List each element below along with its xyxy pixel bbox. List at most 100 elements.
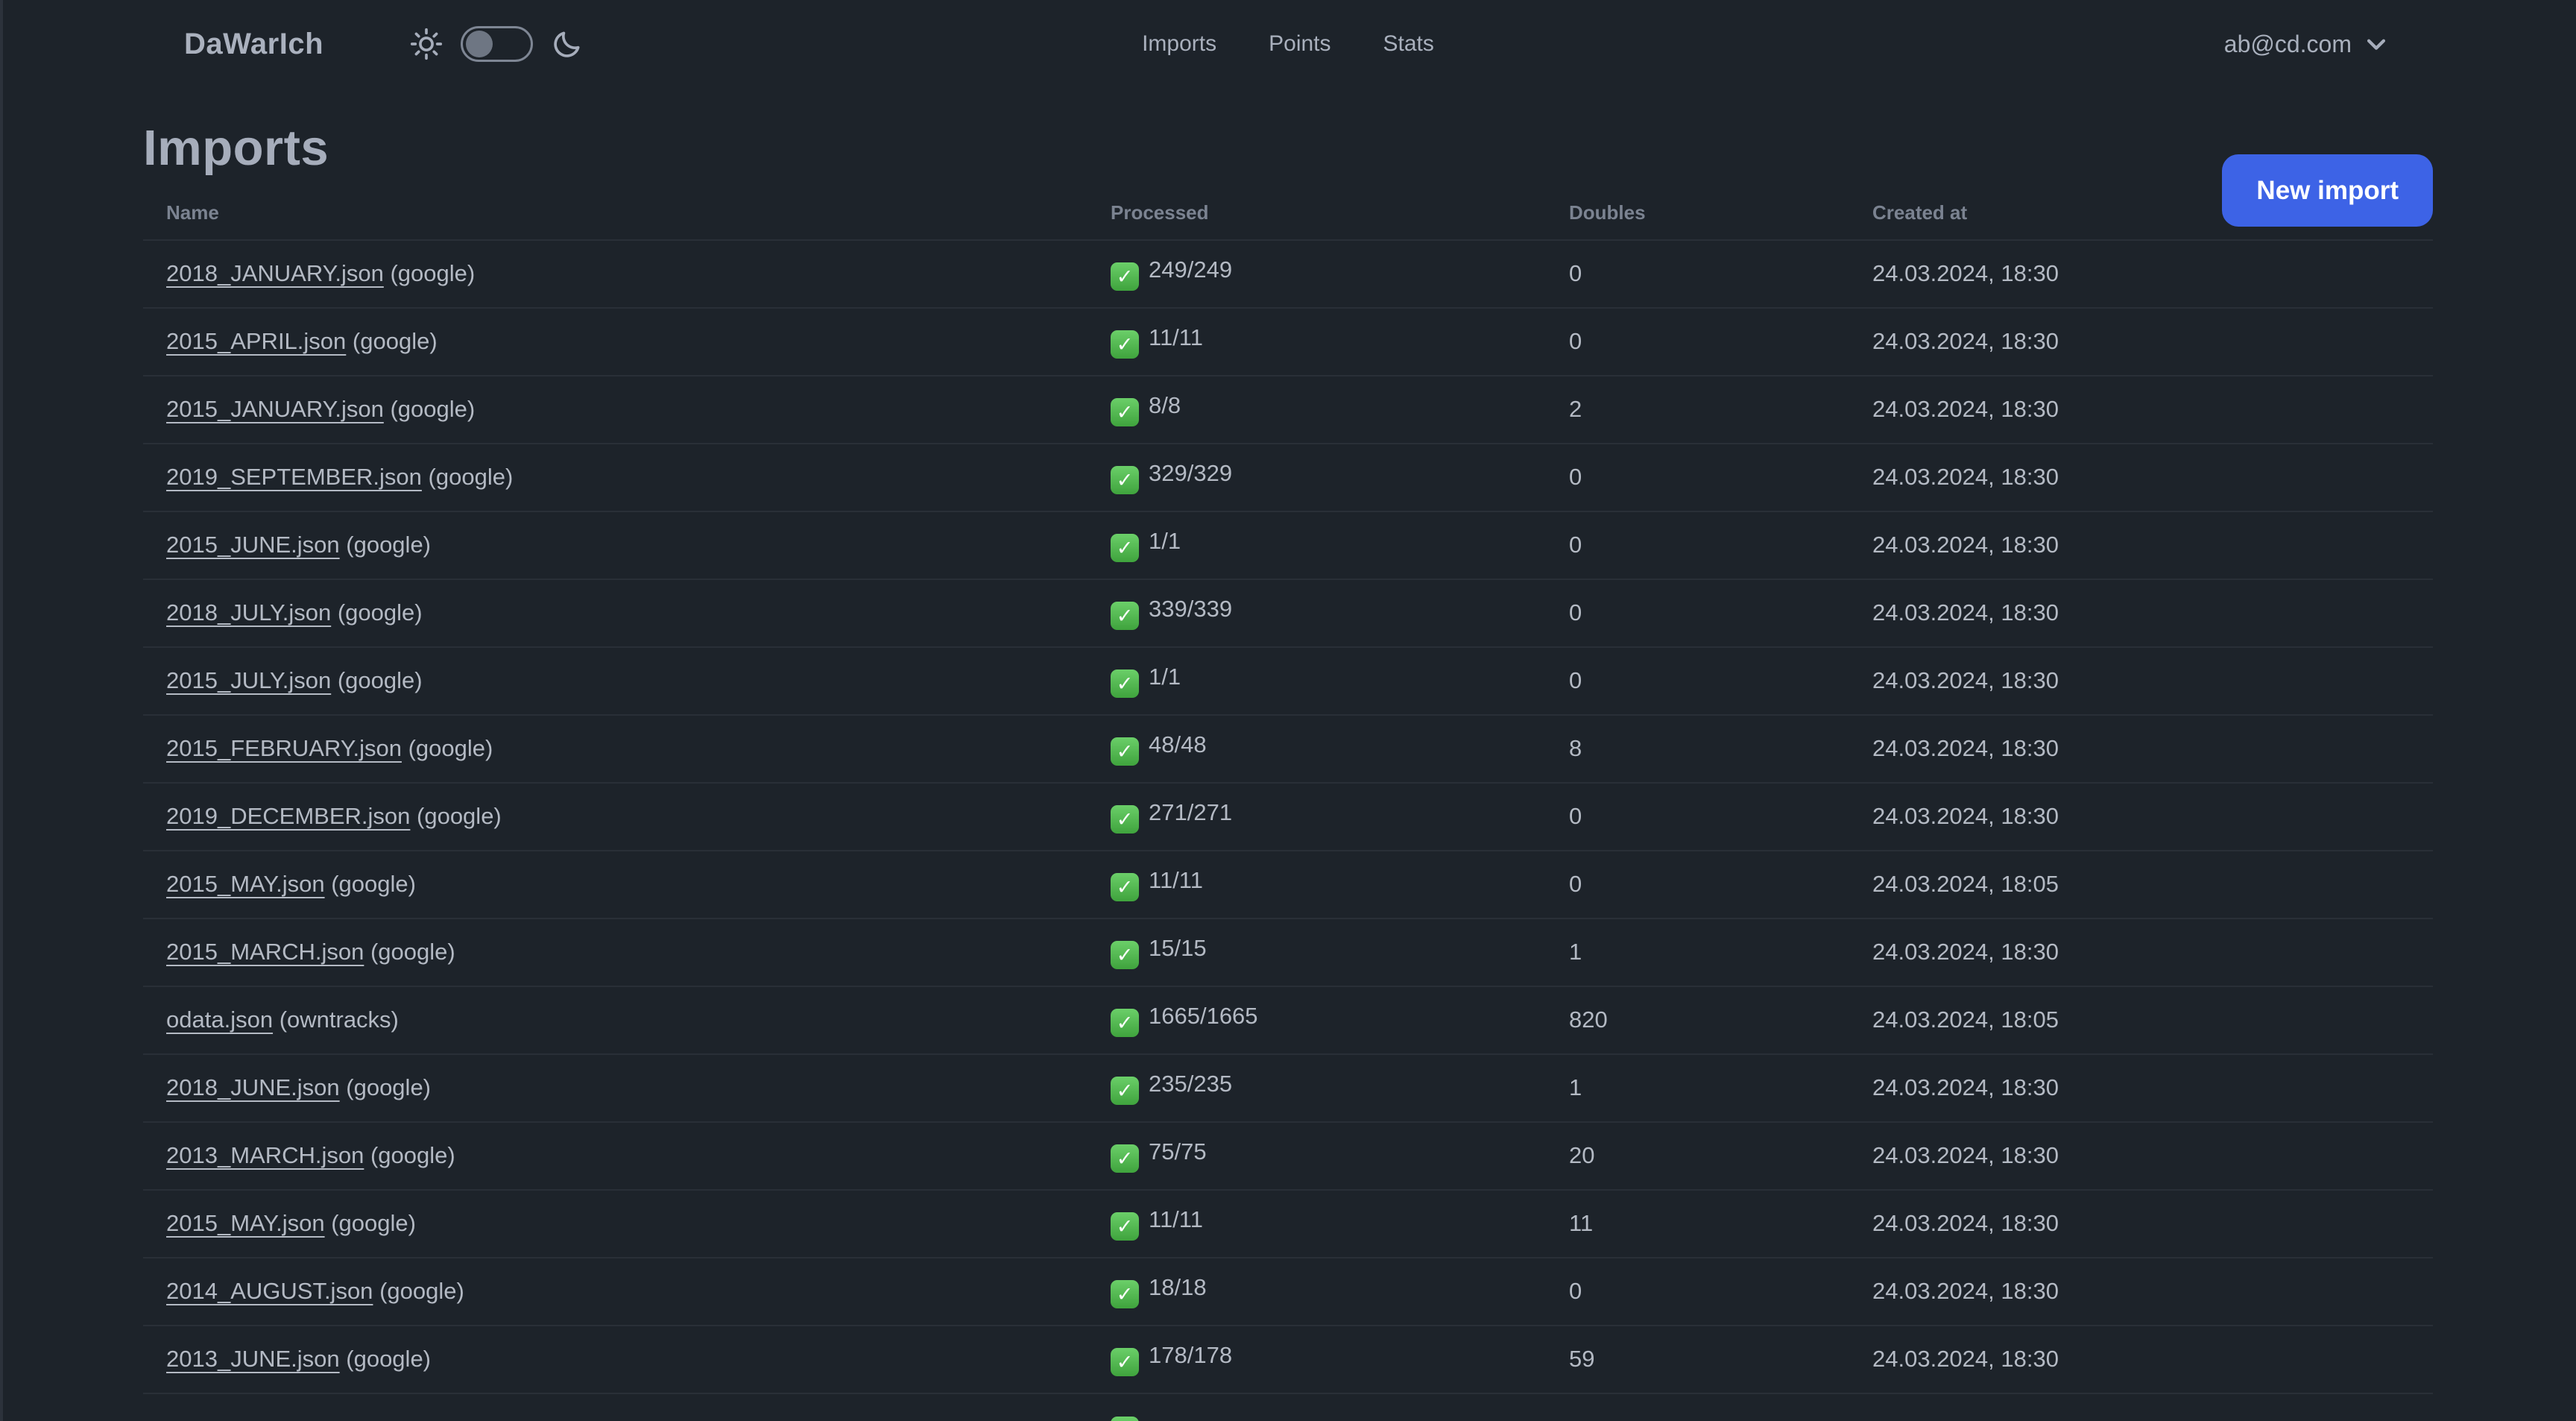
processed-count: 235/235 [1149,1070,1233,1097]
table-row-partial [143,1392,2433,1421]
import-file-link[interactable]: 2019_DECEMBER.json [166,803,410,829]
created-at-cell: 24.03.2024, 18:30 [1849,917,2433,986]
processed-count: 48/48 [1149,731,1207,757]
name-cell: 2015_MARCH.json (google) [143,917,1087,986]
doubles-cell: 1 [1546,1053,1849,1122]
nav-link-points[interactable]: Points [1269,31,1330,57]
navbar: DaWarIch Imports Points Stats ab@cd.com [0,0,2576,88]
column-header-doubles: Doubles [1569,201,1646,224]
processed-count: 1665/1665 [1149,1002,1258,1029]
nav-link-imports[interactable]: Imports [1142,31,1216,57]
import-file-link[interactable]: 2018_JULY.json [166,599,331,626]
import-source-label: (google) [331,1210,416,1237]
import-file-link[interactable]: 2013_MARCH.json [166,1142,364,1168]
processed-cell: 329/329 [1087,442,1546,511]
import-file-link[interactable]: odata.json [166,1006,273,1033]
processed-count: 11/11 [1149,866,1203,893]
created-at-cell: 24.03.2024, 18:30 [1849,306,2433,376]
doubles-cell: 0 [1546,442,1849,511]
processed-count: 329/329 [1149,459,1233,486]
processed-cell: 271/271 [1087,781,1546,851]
doubles-cell [1546,1392,1849,1421]
table-row: 2019_DECEMBER.json (google) 271/271 0 24… [143,781,2433,851]
processed-count: 178/178 [1149,1341,1233,1368]
import-source-label: (google) [428,464,514,491]
import-file-link[interactable]: 2015_MAY.json [166,1210,325,1236]
name-cell: 2018_JUNE.json (google) [143,1053,1087,1122]
doubles-cell: 8 [1546,713,1849,783]
import-file-link[interactable]: 2015_MARCH.json [166,939,364,965]
import-file-link[interactable]: 2015_JUNE.json [166,532,340,558]
doubles-cell: 0 [1546,306,1849,376]
nav-link-stats[interactable]: Stats [1383,31,1434,57]
name-cell: odata.json (owntracks) [143,985,1087,1054]
processed-count: 249/249 [1149,256,1233,283]
import-file-link[interactable]: 2015_JANUARY.json [166,396,384,422]
import-file-link[interactable]: 2019_SEPTEMBER.json [166,464,422,490]
table-row: 2015_MAY.json (google) 11/11 11 24.03.20… [143,1188,2433,1258]
chevron-down-icon [2364,31,2389,57]
table-row: 2018_JANUARY.json (google) 249/249 0 24.… [143,239,2433,308]
import-file-link[interactable]: 2013_JUNE.json [166,1346,340,1372]
processed-cell: 15/15 [1087,917,1546,986]
doubles-cell: 0 [1546,239,1849,308]
created-at-cell: 24.03.2024, 18:05 [1849,985,2433,1054]
new-import-button[interactable]: New import [2222,154,2433,227]
moon-icon [551,28,584,60]
processed-count: 18/18 [1149,1273,1207,1300]
column-header-processed: Processed [1111,201,1209,224]
processed-cell: 249/249 [1087,239,1546,308]
processed-cell: 1/1 [1087,646,1546,715]
import-source-label: (google) [346,532,432,558]
user-email: ab@cd.com [2223,30,2352,57]
doubles-cell: 59 [1546,1324,1849,1393]
processed-cell: 8/8 [1087,374,1546,444]
created-at-cell: 24.03.2024, 18:30 [1849,713,2433,783]
created-at-cell: 24.03.2024, 18:30 [1849,1053,2433,1122]
name-cell: 2018_JANUARY.json (google) [143,239,1087,308]
import-file-link[interactable]: 2018_JANUARY.json [166,260,384,286]
created-at-cell: 24.03.2024, 18:30 [1849,646,2433,715]
name-cell: 2018_JULY.json (google) [143,578,1087,647]
app-logo[interactable]: DaWarIch [184,28,323,61]
name-cell: 2013_MARCH.json (google) [143,1121,1087,1190]
import-file-link[interactable]: 2018_JUNE.json [166,1074,340,1100]
success-check-icon [1111,1077,1139,1106]
processed-count: 15/15 [1149,934,1207,961]
import-file-link[interactable]: 2015_JULY.json [166,667,331,693]
table-row: 2015_APRIL.json (google) 11/11 0 24.03.2… [143,306,2433,376]
name-cell: 2015_JULY.json (google) [143,646,1087,715]
success-check-icon [1111,1009,1139,1038]
import-file-link[interactable]: 2014_AUGUST.json [166,1278,373,1304]
import-file-link[interactable]: 2015_FEBRUARY.json [166,735,402,761]
success-check-icon [1111,330,1139,359]
user-menu[interactable]: ab@cd.com [2224,31,2389,58]
created-at-cell: 24.03.2024, 18:05 [1849,849,2433,919]
import-source-label: (google) [346,1074,432,1101]
success-check-icon [1111,466,1139,495]
success-check-icon [1111,737,1139,766]
name-cell: 2019_SEPTEMBER.json (google) [143,442,1087,511]
doubles-cell: 20 [1546,1121,1849,1190]
import-file-link[interactable]: 2015_MAY.json [166,871,325,897]
table-row: 2015_JUNE.json (google) 1/1 0 24.03.2024… [143,510,2433,579]
processed-cell: 75/75 [1087,1121,1546,1190]
created-at-cell: 24.03.2024, 18:30 [1849,578,2433,647]
table-row: 2015_JULY.json (google) 1/1 0 24.03.2024… [143,646,2433,715]
doubles-cell: 820 [1546,985,1849,1054]
import-source-label: (google) [379,1278,464,1305]
table-row: 2015_JANUARY.json (google) 8/8 2 24.03.2… [143,374,2433,444]
processed-cell: 1/1 [1087,510,1546,579]
success-check-icon [1111,941,1139,970]
processed-count: 1/1 [1149,527,1181,554]
main-nav: Imports Points Stats [1142,31,1434,57]
processed-cell: 11/11 [1087,306,1546,376]
theme-toggle-switch[interactable] [461,26,534,62]
import-source-label: (google) [408,735,493,762]
success-check-icon [1111,262,1139,292]
imports-page: Imports New import Name Processed Double… [143,121,2433,1421]
import-source-label: (google) [390,260,476,287]
processed-cell: 178/178 [1087,1324,1546,1393]
import-file-link[interactable]: 2015_APRIL.json [166,328,346,354]
name-cell: 2015_MAY.json (google) [143,849,1087,919]
